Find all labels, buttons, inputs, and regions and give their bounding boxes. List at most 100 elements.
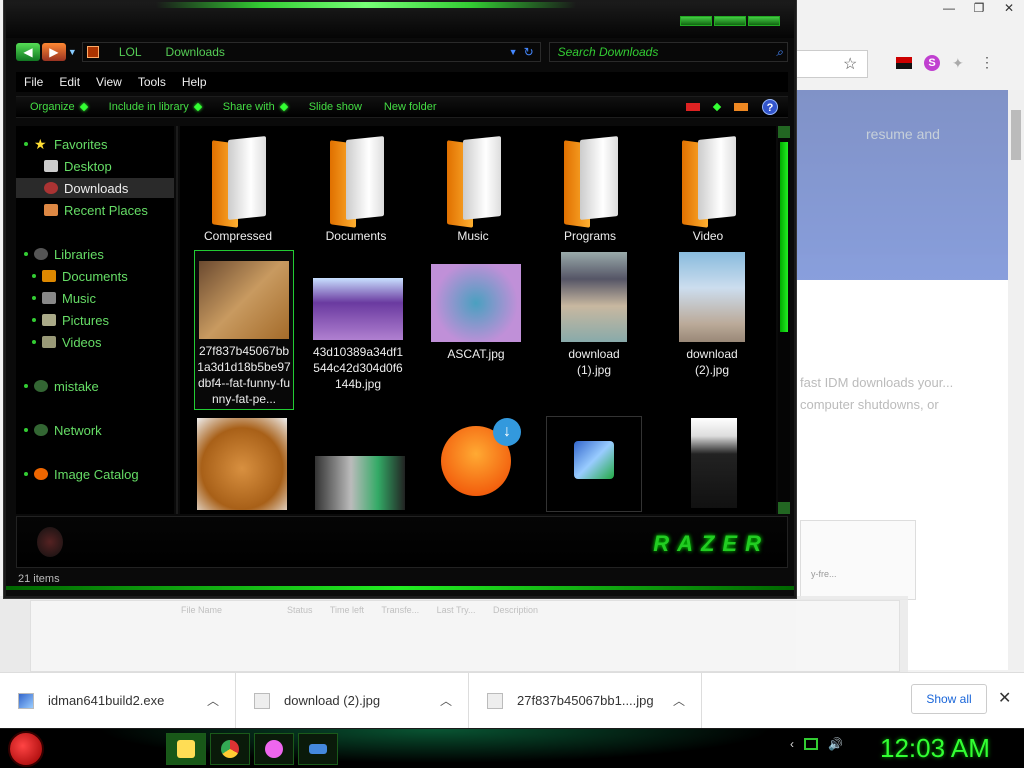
menu-help[interactable]: Help <box>182 75 207 89</box>
preview-pane-icon[interactable] <box>734 103 748 111</box>
expand-icon[interactable] <box>24 472 28 476</box>
refresh-icon[interactable]: ↻ <box>524 45 534 59</box>
dropdown-gem-icon <box>279 102 288 112</box>
close-icon[interactable]: ✕ <box>998 688 1011 708</box>
taskbar-app[interactable] <box>254 733 294 765</box>
share-with-button[interactable]: Share with <box>223 101 288 113</box>
download-item[interactable]: download (2).jpg ︿ <box>236 672 469 729</box>
minimize-button[interactable] <box>680 16 712 26</box>
close-button[interactable] <box>748 16 780 26</box>
folder-video[interactable]: Video <box>656 126 760 244</box>
clock[interactable]: 12:03 AM <box>880 733 990 764</box>
expand-icon[interactable] <box>24 142 28 146</box>
help-icon[interactable]: ? <box>762 99 778 115</box>
expand-icon[interactable] <box>24 384 28 388</box>
slide-show-button[interactable]: Slide show <box>309 101 362 113</box>
recent-pages-dropdown-icon[interactable]: ▼ <box>68 47 78 57</box>
file-thumbnail-8[interactable] <box>674 418 754 512</box>
expand-icon[interactable] <box>32 296 36 300</box>
scroll-down-button[interactable] <box>778 502 790 514</box>
s-extension-icon[interactable]: S <box>924 54 940 71</box>
folder-compressed[interactable]: Compressed <box>186 126 290 244</box>
folder-music[interactable]: Music <box>421 126 525 244</box>
expand-icon[interactable] <box>24 252 28 256</box>
menu-edit[interactable]: Edit <box>59 75 80 89</box>
sidebar-item-libraries[interactable]: Libraries <box>16 244 174 264</box>
sidebar-item-mistake[interactable]: mistake <box>16 376 174 396</box>
expand-icon[interactable] <box>32 274 36 278</box>
sidebar-item-documents[interactable]: Documents <box>16 266 174 286</box>
battery-icon[interactable] <box>804 738 818 750</box>
expand-icon[interactable] <box>24 428 28 432</box>
sidebar-item-network[interactable]: Network <box>16 420 174 440</box>
address-dropdown-icon[interactable]: ▼ <box>509 47 518 57</box>
taskbar-chrome[interactable] <box>210 733 250 765</box>
sidebar-item-videos[interactable]: Videos <box>16 332 174 352</box>
volume-icon[interactable]: 🔊 <box>828 737 843 751</box>
puzzle-extension-icon[interactable]: ✦ <box>952 55 968 71</box>
folder-documents[interactable]: Documents <box>304 126 408 244</box>
newfolder-label: New folder <box>383 101 437 113</box>
sidebar-item-music[interactable]: Music <box>16 288 174 308</box>
new-folder-button[interactable]: New folder <box>384 101 437 113</box>
address-bar[interactable]: LOL Downloads ▼ ↻ <box>81 42 541 62</box>
file-thumbnail-5[interactable]: download (2).jpg <box>660 250 764 378</box>
vertical-scrollbar[interactable] <box>778 126 790 514</box>
sidebar-item-recent-places[interactable]: Recent Places <box>16 200 174 220</box>
taskbar-explorer[interactable] <box>166 733 206 765</box>
file-thumbnail-6[interactable] <box>194 418 290 514</box>
file-idm-installer[interactable] <box>546 416 642 512</box>
file-thumbnail-3[interactable]: ASCAT.jpg <box>424 250 528 362</box>
expand-icon[interactable] <box>32 340 36 344</box>
sidebar-item-favorites[interactable]: ★ Favorites <box>16 134 174 154</box>
start-button[interactable] <box>8 731 44 767</box>
chevron-up-icon[interactable]: ︿ <box>207 692 219 709</box>
file-thumbnail-1[interactable]: 27f837b45067bb1a3d1d18b5be97dbf4--fat-fu… <box>194 250 294 410</box>
breadcrumb-lol[interactable]: LOL <box>119 45 142 59</box>
download-item[interactable]: 27f837b45067bb1....jpg ︿ <box>469 672 702 729</box>
organize-button[interactable]: Organize <box>30 101 88 113</box>
search-icon[interactable]: ⌕ <box>776 45 783 60</box>
item-label: Programs <box>563 229 616 243</box>
back-button[interactable]: ◀ <box>16 43 40 61</box>
sidebar-item-downloads[interactable]: Downloads <box>16 178 174 198</box>
menu-view[interactable]: View <box>96 75 122 89</box>
search-input[interactable]: Search Downloads ⌕ <box>548 42 788 62</box>
folder-programs[interactable]: Programs <box>538 126 642 244</box>
file-thumbnail-7[interactable] <box>312 456 408 514</box>
view-dropdown-icon[interactable] <box>712 102 722 112</box>
sidebar-item-pictures[interactable]: Pictures <box>16 310 174 330</box>
show-all-button[interactable]: Show all <box>911 684 987 714</box>
pane-divider[interactable] <box>176 126 178 514</box>
tray-arrow-icon[interactable]: ‹ <box>790 737 794 751</box>
menu-tools[interactable]: Tools <box>138 75 166 89</box>
expand-icon[interactable] <box>32 318 36 322</box>
chevron-up-icon[interactable]: ︿ <box>673 692 685 709</box>
minimize-button[interactable]: — <box>934 0 964 18</box>
taskbar-keyboard[interactable] <box>298 733 338 765</box>
close-button[interactable]: ✕ <box>994 0 1024 18</box>
download-item[interactable]: idman641build2.exe ︿ <box>0 672 236 729</box>
breadcrumb-downloads[interactable]: Downloads <box>166 45 225 59</box>
scroll-thumb[interactable] <box>1011 110 1021 160</box>
menu-file[interactable]: File <box>24 75 43 89</box>
maximize-button[interactable]: ❐ <box>964 0 994 18</box>
include-in-library-button[interactable]: Include in library <box>109 101 202 113</box>
maximize-button[interactable] <box>714 16 746 26</box>
forward-button[interactable]: ▶ <box>41 43 66 61</box>
flag-extension-icon[interactable] <box>896 56 912 69</box>
item-label: ASCAT.jpg <box>447 347 505 361</box>
change-view-icon[interactable] <box>686 103 700 111</box>
browser-menu-icon[interactable]: ⋮ <box>980 54 994 71</box>
sidebar-item-desktop[interactable]: Desktop <box>16 156 174 176</box>
scroll-thumb[interactable] <box>780 142 788 332</box>
desktop-icon <box>44 160 58 172</box>
bookmark-star-icon[interactable]: ☆ <box>843 54 857 74</box>
sidebar-item-image-catalog[interactable]: Image Catalog <box>16 464 174 484</box>
file-thumbnail-2[interactable]: 43d10389a34df1544c42d304d0f6144b.jpg <box>306 250 410 392</box>
scroll-up-button[interactable] <box>778 126 790 138</box>
browser-scrollbar[interactable] <box>1008 90 1024 670</box>
file-thumbnail-4[interactable]: download (1).jpg <box>542 250 646 378</box>
file-hola-icon[interactable]: ↓ <box>434 416 521 496</box>
chevron-up-icon[interactable]: ︿ <box>440 692 452 709</box>
